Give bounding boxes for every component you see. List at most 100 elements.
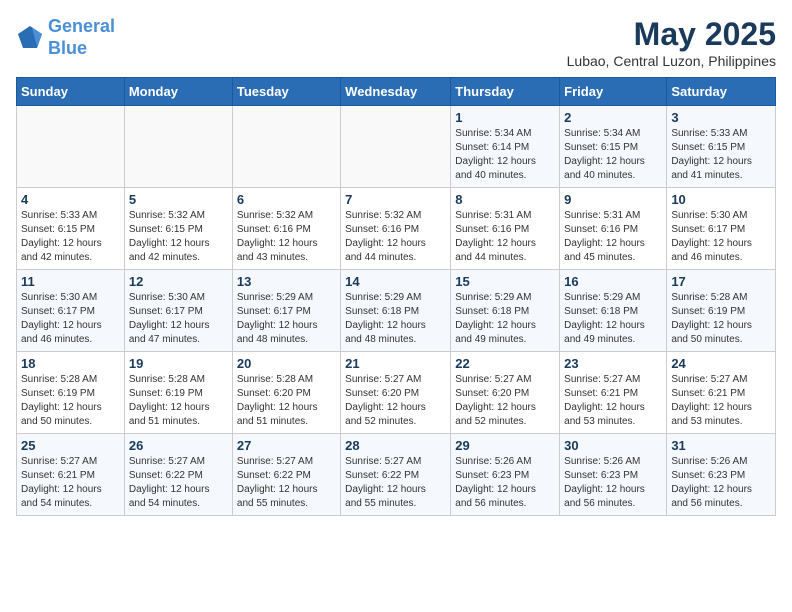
day-number: 17: [671, 274, 771, 289]
day-cell: 25 Sunrise: 5:27 AM Sunset: 6:21 PM Dayli…: [17, 434, 125, 516]
day-number: 8: [455, 192, 555, 207]
day-number: 26: [129, 438, 228, 453]
logo-text: General Blue: [48, 16, 115, 59]
location: Lubao, Central Luzon, Philippines: [567, 53, 776, 69]
day-info: Sunrise: 5:27 AM Sunset: 6:20 PM Dayligh…: [345, 373, 446, 429]
day-info: Sunrise: 5:28 AM Sunset: 6:19 PM Dayligh…: [21, 373, 120, 429]
day-cell: [232, 106, 340, 188]
day-number: 24: [671, 356, 771, 371]
day-number: 19: [129, 356, 228, 371]
day-info: Sunrise: 5:26 AM Sunset: 6:23 PM Dayligh…: [671, 455, 771, 511]
day-cell: 29 Sunrise: 5:26 AM Sunset: 6:23 PM Dayli…: [451, 434, 560, 516]
day-number: 25: [21, 438, 120, 453]
day-info: Sunrise: 5:27 AM Sunset: 6:22 PM Dayligh…: [129, 455, 228, 511]
month-year: May 2025: [567, 16, 776, 53]
logo-icon: [16, 24, 44, 52]
day-number: 28: [345, 438, 446, 453]
day-cell: [17, 106, 125, 188]
day-number: 11: [21, 274, 120, 289]
day-number: 29: [455, 438, 555, 453]
header-row: SundayMondayTuesdayWednesdayThursdayFrid…: [17, 78, 776, 106]
day-cell: 15 Sunrise: 5:29 AM Sunset: 6:18 PM Dayli…: [451, 270, 560, 352]
day-cell: [124, 106, 232, 188]
day-cell: 18Sunrise: 5:28 AM Sunset: 6:19 PM Dayli…: [17, 352, 125, 434]
day-cell: 30 Sunrise: 5:26 AM Sunset: 6:23 PM Dayli…: [560, 434, 667, 516]
day-info: Sunrise: 5:32 AM Sunset: 6:15 PM Dayligh…: [129, 209, 228, 265]
day-info: Sunrise: 5:29 AM Sunset: 6:18 PM Dayligh…: [345, 291, 446, 347]
day-cell: 2Sunrise: 5:34 AM Sunset: 6:15 PM Daylig…: [560, 106, 667, 188]
header-cell-sunday: Sunday: [17, 78, 125, 106]
day-info: Sunrise: 5:26 AM Sunset: 6:23 PM Dayligh…: [564, 455, 662, 511]
day-info: Sunrise: 5:30 AM Sunset: 6:17 PM Dayligh…: [129, 291, 228, 347]
day-number: 1: [455, 110, 555, 125]
day-info: Sunrise: 5:30 AM Sunset: 6:17 PM Dayligh…: [671, 209, 771, 265]
logo-line1: General: [48, 16, 115, 36]
day-cell: 17Sunrise: 5:28 AM Sunset: 6:19 PM Dayli…: [667, 270, 776, 352]
day-number: 20: [237, 356, 336, 371]
header-cell-wednesday: Wednesday: [341, 78, 451, 106]
day-info: Sunrise: 5:34 AM Sunset: 6:14 PM Dayligh…: [455, 127, 555, 183]
logo: General Blue: [16, 16, 115, 59]
day-cell: 23Sunrise: 5:27 AM Sunset: 6:21 PM Dayli…: [560, 352, 667, 434]
day-cell: [341, 106, 451, 188]
day-info: Sunrise: 5:31 AM Sunset: 6:16 PM Dayligh…: [455, 209, 555, 265]
day-cell: 6 Sunrise: 5:32 AM Sunset: 6:16 PM Daylig…: [232, 188, 340, 270]
header-cell-thursday: Thursday: [451, 78, 560, 106]
day-cell: 10 Sunrise: 5:30 AM Sunset: 6:17 PM Dayli…: [667, 188, 776, 270]
day-cell: 14 Sunrise: 5:29 AM Sunset: 6:18 PM Dayli…: [341, 270, 451, 352]
day-number: 7: [345, 192, 446, 207]
title-block: May 2025 Lubao, Central Luzon, Philippin…: [567, 16, 776, 69]
day-cell: 28Sunrise: 5:27 AM Sunset: 6:22 PM Dayli…: [341, 434, 451, 516]
day-cell: 26 Sunrise: 5:27 AM Sunset: 6:22 PM Dayli…: [124, 434, 232, 516]
day-number: 14: [345, 274, 446, 289]
day-cell: 19Sunrise: 5:28 AM Sunset: 6:19 PM Dayli…: [124, 352, 232, 434]
day-cell: 21 Sunrise: 5:27 AM Sunset: 6:20 PM Dayli…: [341, 352, 451, 434]
day-info: Sunrise: 5:27 AM Sunset: 6:22 PM Dayligh…: [237, 455, 336, 511]
day-number: 21: [345, 356, 446, 371]
day-number: 5: [129, 192, 228, 207]
header-cell-tuesday: Tuesday: [232, 78, 340, 106]
day-info: Sunrise: 5:30 AM Sunset: 6:17 PM Dayligh…: [21, 291, 120, 347]
day-cell: 16 Sunrise: 5:29 AM Sunset: 6:18 PM Dayli…: [560, 270, 667, 352]
day-info: Sunrise: 5:32 AM Sunset: 6:16 PM Dayligh…: [345, 209, 446, 265]
day-info: Sunrise: 5:27 AM Sunset: 6:20 PM Dayligh…: [455, 373, 555, 429]
day-number: 13: [237, 274, 336, 289]
calendar-table: SundayMondayTuesdayWednesdayThursdayFrid…: [16, 77, 776, 516]
day-number: 15: [455, 274, 555, 289]
day-number: 16: [564, 274, 662, 289]
day-cell: 3 Sunrise: 5:33 AM Sunset: 6:15 PM Daylig…: [667, 106, 776, 188]
day-info: Sunrise: 5:31 AM Sunset: 6:16 PM Dayligh…: [564, 209, 662, 265]
day-info: Sunrise: 5:33 AM Sunset: 6:15 PM Dayligh…: [671, 127, 771, 183]
day-number: 4: [21, 192, 120, 207]
week-row-1: 1 Sunrise: 5:34 AM Sunset: 6:14 PM Daylig…: [17, 106, 776, 188]
header-cell-monday: Monday: [124, 78, 232, 106]
day-cell: 8 Sunrise: 5:31 AM Sunset: 6:16 PM Daylig…: [451, 188, 560, 270]
day-cell: 20 Sunrise: 5:28 AM Sunset: 6:20 PM Dayli…: [232, 352, 340, 434]
day-number: 6: [237, 192, 336, 207]
day-info: Sunrise: 5:27 AM Sunset: 6:21 PM Dayligh…: [21, 455, 120, 511]
day-number: 22: [455, 356, 555, 371]
day-info: Sunrise: 5:29 AM Sunset: 6:18 PM Dayligh…: [564, 291, 662, 347]
day-number: 9: [564, 192, 662, 207]
header-cell-saturday: Saturday: [667, 78, 776, 106]
day-info: Sunrise: 5:32 AM Sunset: 6:16 PM Dayligh…: [237, 209, 336, 265]
week-row-5: 25 Sunrise: 5:27 AM Sunset: 6:21 PM Dayli…: [17, 434, 776, 516]
day-number: 30: [564, 438, 662, 453]
week-row-2: 4Sunrise: 5:33 AM Sunset: 6:15 PM Daylig…: [17, 188, 776, 270]
day-cell: 27 Sunrise: 5:27 AM Sunset: 6:22 PM Dayli…: [232, 434, 340, 516]
day-info: Sunrise: 5:28 AM Sunset: 6:20 PM Dayligh…: [237, 373, 336, 429]
day-cell: 9 Sunrise: 5:31 AM Sunset: 6:16 PM Daylig…: [560, 188, 667, 270]
day-info: Sunrise: 5:27 AM Sunset: 6:21 PM Dayligh…: [671, 373, 771, 429]
day-number: 27: [237, 438, 336, 453]
day-cell: 12 Sunrise: 5:30 AM Sunset: 6:17 PM Dayli…: [124, 270, 232, 352]
day-cell: 11 Sunrise: 5:30 AM Sunset: 6:17 PM Dayli…: [17, 270, 125, 352]
day-cell: 13Sunrise: 5:29 AM Sunset: 6:17 PM Dayli…: [232, 270, 340, 352]
week-row-4: 18Sunrise: 5:28 AM Sunset: 6:19 PM Dayli…: [17, 352, 776, 434]
day-info: Sunrise: 5:29 AM Sunset: 6:18 PM Dayligh…: [455, 291, 555, 347]
day-number: 3: [671, 110, 771, 125]
day-cell: 5 Sunrise: 5:32 AM Sunset: 6:15 PM Daylig…: [124, 188, 232, 270]
day-number: 12: [129, 274, 228, 289]
day-info: Sunrise: 5:26 AM Sunset: 6:23 PM Dayligh…: [455, 455, 555, 511]
logo-line2: Blue: [48, 38, 87, 58]
day-number: 10: [671, 192, 771, 207]
